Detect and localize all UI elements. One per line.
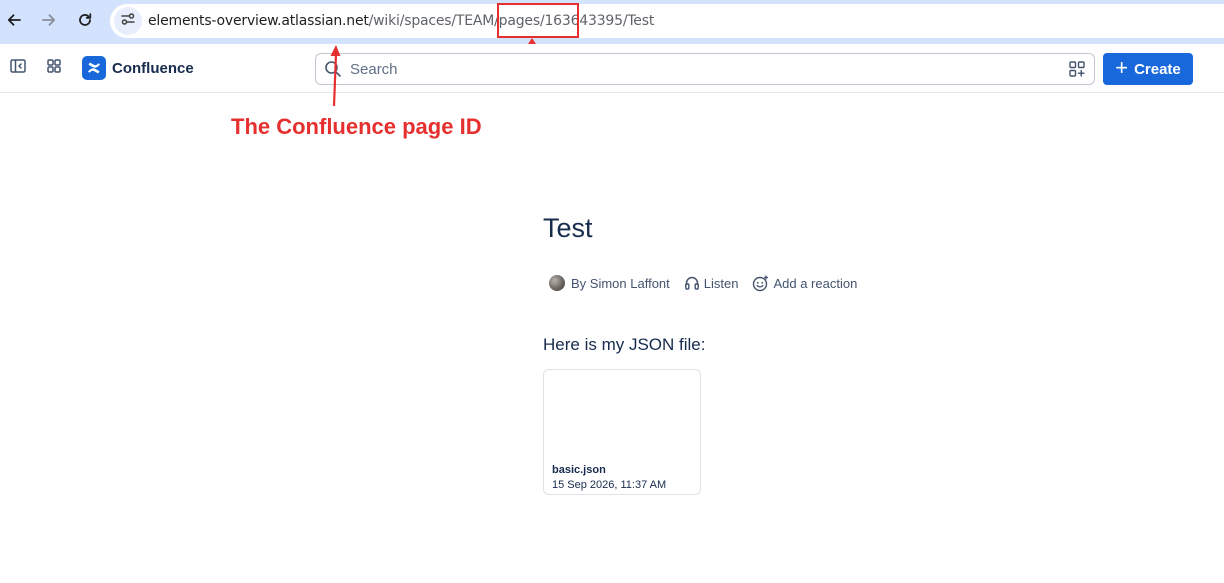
reload-button[interactable] [71,6,99,34]
url-host: elements-overview.atlassian.net [148,13,369,29]
annotation-label: The Confluence page ID [231,114,482,139]
add-reaction-icon [752,275,769,292]
browser-toolbar: elements-overview.atlassian.net/wiki/spa… [0,0,1224,44]
listen-button[interactable]: Listen [684,275,739,291]
avatar [549,275,565,291]
sidebar-toggle-button[interactable] [6,56,30,80]
back-arrow-icon [6,12,22,28]
add-reaction-label: Add a reaction [773,275,858,291]
page-body-text: Here is my JSON file: [543,335,706,354]
attachment-card[interactable]: basic.json 15 Sep 2026, 11:37 AM [543,369,701,495]
sidebar-toggle-icon [9,57,27,80]
confluence-top-nav: Confluence + Create [0,44,1224,93]
address-bar[interactable]: elements-overview.atlassian.net/wiki/spa… [110,4,1224,38]
search-input[interactable] [348,56,1048,82]
create-button[interactable]: + Create [1103,53,1193,85]
site-info-button[interactable] [114,7,142,35]
search-box[interactable] [315,53,1095,85]
forward-button[interactable] [35,6,63,34]
create-label: Create [1134,60,1181,78]
author-name: By Simon Laffont [571,275,670,291]
attachment-date: 15 Sep 2026, 11:37 AM [552,479,667,491]
app-switcher-button[interactable] [42,56,66,80]
attachment-name: basic.json [552,464,606,476]
page-title: Test [543,213,593,243]
app-switcher-icon [45,57,63,80]
apps-icon[interactable] [1068,60,1086,78]
reload-icon [77,12,93,28]
listen-icon [684,275,700,291]
back-button[interactable] [0,6,28,34]
annotation-arrow-tip-icon [528,38,536,44]
page-byline: By Simon Laffont Listen Add a reaction [549,274,857,292]
annotation-arrow-icon [330,45,341,107]
app-name[interactable]: Confluence [112,60,194,77]
plus-icon: + [1115,55,1129,80]
confluence-logo-icon[interactable] [82,56,106,80]
listen-label: Listen [703,275,739,291]
page-id-highlight-box [497,3,579,38]
forward-arrow-icon [41,12,57,28]
author-link[interactable]: By Simon Laffont [549,275,670,291]
add-reaction-button[interactable]: Add a reaction [752,275,857,292]
site-info-icon [120,11,136,32]
